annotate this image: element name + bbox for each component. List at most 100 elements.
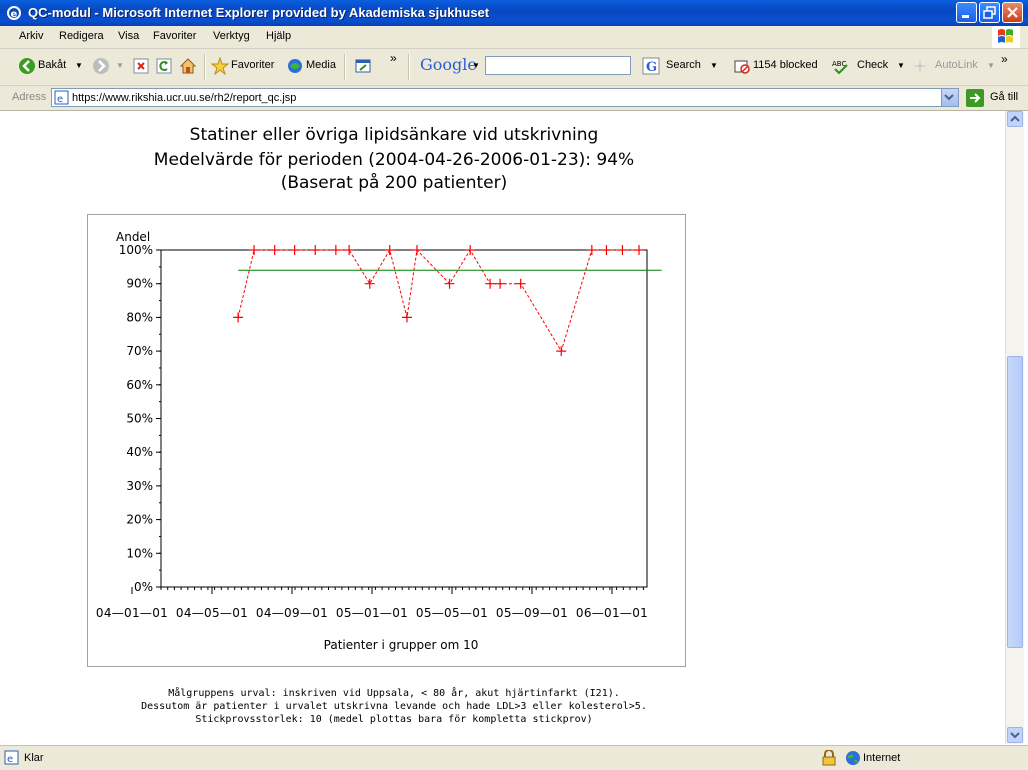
series-line-andel	[237, 248, 640, 353]
address-input[interactable]: e https://www.rikshia.ucr.uu.se/rh2/repo…	[51, 88, 959, 107]
google-search-icon[interactable]: G	[642, 57, 660, 75]
check-dropdown-icon[interactable]: ▼	[897, 61, 905, 70]
close-button[interactable]	[1002, 2, 1023, 23]
menu-favoriter[interactable]: Favoriter	[153, 30, 196, 42]
data-point	[310, 245, 321, 255]
y-tick-label: 90%	[126, 277, 153, 291]
data-point	[401, 312, 412, 323]
page-icon: e	[54, 90, 69, 105]
y-tick-label: 80%	[126, 310, 153, 324]
google-search-input[interactable]	[485, 56, 631, 75]
menu-redigera[interactable]: Redigera	[59, 30, 104, 42]
back-button[interactable]: Bakåt	[38, 59, 66, 71]
y-tick-label: 50%	[126, 412, 153, 426]
autolink-dropdown-icon[interactable]: ▼	[987, 61, 995, 70]
forward-arrow-icon[interactable]	[92, 57, 110, 75]
favorites-button[interactable]: Favoriter	[231, 59, 274, 71]
toolbar-chevron[interactable]: »	[390, 51, 397, 65]
popup-blocked-button[interactable]: 1154 blocked	[753, 59, 818, 71]
address-dropdown-button[interactable]	[941, 89, 958, 106]
go-arrow-icon	[970, 93, 981, 103]
address-label: Adress	[12, 91, 47, 103]
go-button[interactable]	[966, 89, 984, 107]
x-tick-label: 04—09—01	[256, 606, 328, 620]
menu-hjalp[interactable]: Hjälp	[266, 30, 291, 42]
report-title-line3: (Baserat på 200 patienter)	[280, 173, 508, 193]
search-dropdown-icon[interactable]: ▼	[710, 61, 718, 70]
favorites-star-icon[interactable]	[211, 57, 229, 75]
y-tick-label: 40%	[126, 445, 153, 459]
check-button[interactable]: Check	[857, 59, 888, 71]
data-point	[289, 245, 300, 255]
security-zone: Internet	[863, 752, 901, 764]
minimize-icon	[962, 15, 969, 18]
footnote-line2: Dessutom är patienter i urvalet utskrivn…	[141, 701, 647, 712]
vertical-scrollbar[interactable]	[1005, 111, 1024, 744]
y-tick-label: 70%	[126, 344, 153, 358]
svg-text:G: G	[646, 60, 657, 75]
spellcheck-icon[interactable]: ABC	[832, 57, 850, 75]
refresh-icon[interactable]	[155, 57, 173, 75]
chevron-up-icon	[1010, 115, 1020, 122]
minimize-button[interactable]	[956, 2, 977, 23]
maximize-button[interactable]	[979, 2, 1000, 23]
data-point	[344, 245, 355, 255]
data-point	[384, 245, 395, 255]
stop-icon[interactable]	[132, 57, 150, 75]
back-arrow-icon[interactable]	[18, 57, 36, 75]
menu-arkiv[interactable]: Arkiv	[19, 30, 43, 42]
window-title: QC-modul - Microsoft Internet Explorer p…	[28, 5, 490, 20]
page-done-icon: e	[4, 750, 19, 765]
autolink-button[interactable]: AutoLink	[935, 59, 978, 71]
autolink-icon[interactable]	[911, 57, 929, 75]
data-point	[601, 245, 612, 255]
y-tick-label: 60%	[126, 378, 153, 392]
home-icon[interactable]	[179, 57, 197, 75]
y-tick-label: 100%	[119, 243, 153, 257]
back-dropdown-icon[interactable]: ▼	[75, 61, 83, 70]
lock-icon[interactable]	[822, 750, 836, 766]
x-axis-label: Patienter i grupper om 10	[324, 638, 479, 652]
scroll-down-button[interactable]	[1007, 727, 1023, 743]
scroll-up-button[interactable]	[1007, 111, 1023, 127]
menu-visa[interactable]: Visa	[118, 30, 139, 42]
x-tick-label: 04—05—01	[176, 606, 248, 620]
window-icon[interactable]	[354, 57, 372, 75]
data-point	[233, 312, 244, 323]
footnote-line1: Målgruppens urval: inskriven vid Uppsala…	[168, 688, 620, 699]
plot-area	[160, 249, 648, 588]
data-point	[634, 245, 645, 255]
menu-bar: Arkiv Redigera Visa Favoriter Verktyg Hj…	[0, 26, 1028, 49]
address-url[interactable]: https://www.rikshia.ucr.uu.se/rh2/report…	[72, 92, 296, 104]
media-icon[interactable]	[286, 57, 304, 75]
google-dropdown-icon[interactable]: ▼	[472, 61, 480, 70]
go-label[interactable]: Gå till	[990, 91, 1018, 103]
menu-verktyg[interactable]: Verktyg	[213, 30, 250, 42]
toolbar-chevron-right[interactable]: »	[1001, 52, 1008, 66]
scroll-thumb[interactable]	[1007, 356, 1023, 648]
x-tick-label: 05—09—01	[496, 606, 568, 620]
status-bar: e Klar Internet	[0, 745, 1028, 770]
data-point	[364, 278, 375, 289]
data-point	[617, 245, 628, 255]
data-point	[495, 278, 506, 289]
x-tick-label: 04—01—01	[96, 606, 168, 620]
popup-blocked-icon[interactable]	[733, 57, 751, 75]
google-logo[interactable]: Google	[420, 55, 477, 74]
svg-text:e: e	[57, 94, 63, 105]
line-chart: 0% 10% 20% 30% 40% 50% 60% 70% 80% 90% 100%Andel 04…	[96, 230, 662, 652]
media-button[interactable]: Media	[306, 59, 336, 71]
chart-frame: 0% 10% 20% 30% 40% 50% 60% 70% 80% 90% 100% Andel 04…	[87, 214, 686, 667]
svg-text:e: e	[11, 9, 18, 20]
search-button[interactable]: Search	[666, 59, 701, 71]
data-point	[465, 245, 476, 255]
y-tick-label: 20%	[126, 513, 153, 527]
forward-dropdown-icon[interactable]: ▼	[116, 61, 124, 70]
report-title-line1: Statiner eller övriga lipidsänkare vid u…	[189, 125, 599, 145]
x-tick-label: 05—05—01	[416, 606, 488, 620]
chevron-down-icon	[944, 94, 954, 101]
y-tick-label: 0%	[134, 580, 153, 594]
windows-logo-icon	[992, 26, 1020, 48]
close-icon	[1007, 7, 1018, 18]
status-text: Klar	[24, 752, 44, 764]
